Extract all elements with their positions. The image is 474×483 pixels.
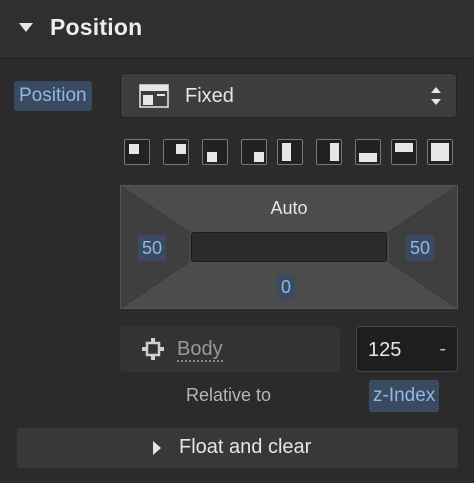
position-type-select[interactable]: Fixed bbox=[120, 73, 457, 118]
preset-full[interactable] bbox=[427, 139, 453, 165]
preset-bottom-left[interactable] bbox=[202, 139, 228, 165]
section-title: Position bbox=[50, 14, 143, 40]
offset-element-placeholder bbox=[191, 232, 387, 262]
preset-bottom-right[interactable] bbox=[241, 139, 267, 165]
preset-top[interactable] bbox=[391, 139, 417, 165]
caret-right-icon bbox=[153, 441, 161, 455]
offset-top-value[interactable]: Auto bbox=[121, 198, 457, 219]
z-index-label[interactable]: z-Index bbox=[369, 380, 440, 412]
preset-top-left[interactable] bbox=[124, 139, 150, 165]
offset-right-value[interactable]: 50 bbox=[406, 235, 435, 261]
position-select-value: Fixed bbox=[185, 85, 234, 107]
body-element-icon bbox=[142, 338, 164, 365]
relative-to-label: Relative to bbox=[186, 385, 272, 405]
z-index-value[interactable]: 125 bbox=[368, 339, 401, 362]
offset-bottom-value[interactable]: 0 bbox=[277, 274, 296, 300]
float-and-clear-label: Float and clear bbox=[179, 436, 312, 458]
relative-to-field[interactable]: Body bbox=[120, 326, 340, 372]
preset-right[interactable] bbox=[316, 139, 342, 165]
relative-to-value[interactable]: Body bbox=[177, 338, 223, 362]
fixed-position-icon bbox=[139, 84, 169, 113]
float-and-clear-section[interactable]: Float and clear bbox=[17, 428, 458, 468]
preset-left[interactable] bbox=[277, 139, 303, 165]
position-section-header[interactable]: Position bbox=[0, 0, 474, 59]
z-index-input[interactable]: 125 - bbox=[356, 326, 458, 372]
preset-bottom[interactable] bbox=[355, 139, 381, 165]
offset-left-value[interactable]: 50 bbox=[138, 235, 167, 261]
chevron-updown-icon bbox=[430, 87, 442, 105]
z-index-unit[interactable]: - bbox=[439, 338, 446, 361]
preset-top-right[interactable] bbox=[163, 139, 189, 165]
caret-down-icon bbox=[19, 23, 33, 32]
position-label[interactable]: Position bbox=[14, 81, 92, 111]
position-offset-box: Auto 50 50 0 bbox=[120, 185, 458, 309]
